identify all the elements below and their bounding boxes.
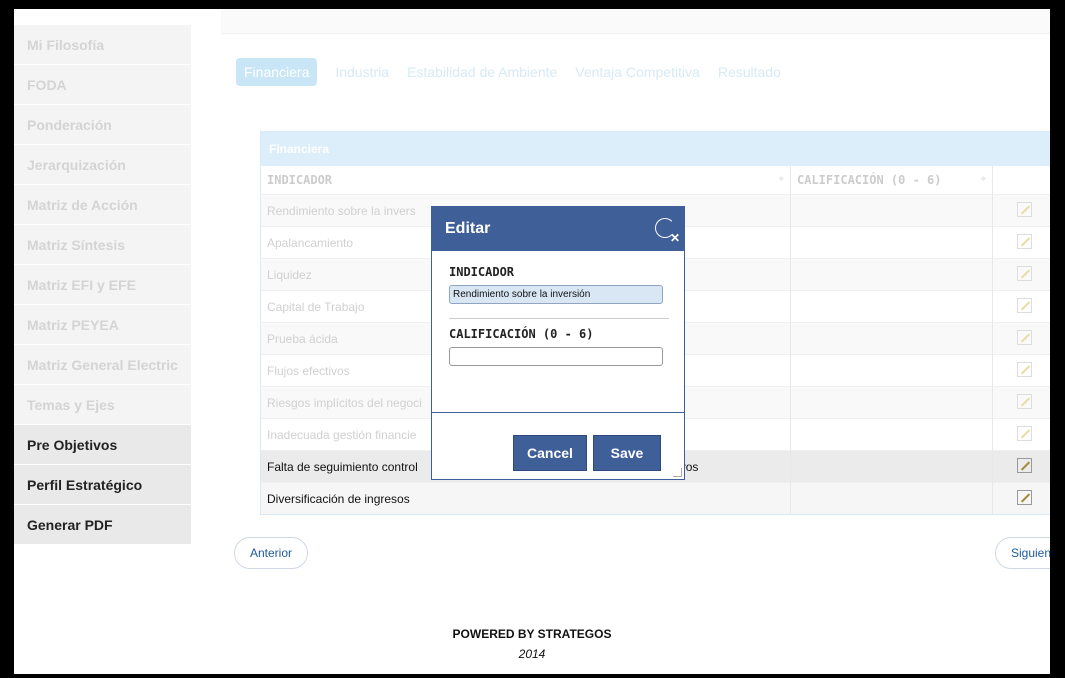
sidebar-item-label: Matriz General Electric <box>27 356 178 373</box>
column-header-actions <box>992 166 1050 195</box>
pencil-edit-icon[interactable] <box>1017 361 1032 377</box>
previous-button[interactable]: Anterior <box>234 537 308 569</box>
footer-year: 2014 <box>518 647 546 661</box>
pencil-edit-icon[interactable] <box>1017 265 1032 281</box>
sidebar-item-label: Matriz EFI y EFE <box>27 276 136 293</box>
pencil-edit-icon[interactable] <box>1017 393 1032 409</box>
edit-dialog: Editar ✕ INDICADOR CALIFICACIÓN (0 - 6) … <box>431 206 685 480</box>
calificacion-input[interactable] <box>449 347 663 366</box>
save-button[interactable]: Save <box>593 435 661 471</box>
sort-icon[interactable]: ◆ <box>779 174 784 184</box>
cell-calificacion <box>790 354 993 387</box>
dialog-title: Editar <box>445 220 491 237</box>
sidebar-item-label: Mi Filosofía <box>27 36 104 53</box>
tab-industria[interactable]: Industria <box>335 58 389 86</box>
sidebar-item-label: Jerarquización <box>27 156 126 173</box>
cell-calificacion <box>790 290 993 323</box>
table-row: Diversificación de ingresos <box>261 482 1050 514</box>
dialog-divider <box>449 318 669 319</box>
cell-calificacion <box>790 194 993 227</box>
sidebar-item-mi-filosofia[interactable]: Mi Filosofía <box>14 25 191 65</box>
tab-ventaja-competitiva[interactable]: Ventaja Competitiva <box>575 58 700 86</box>
column-header-indicador[interactable]: INDICADOR ◆ <box>261 166 791 195</box>
sidebar-item-matriz-sintesis[interactable]: Matriz Síntesis <box>14 225 191 265</box>
sidebar-item-label: Matriz Síntesis <box>27 236 126 253</box>
indicador-input[interactable] <box>449 285 663 304</box>
sidebar-item-foda[interactable]: FODA <box>14 65 191 105</box>
sidebar-item-ponderacion[interactable]: Ponderación <box>14 105 191 145</box>
sidebar-item-label: Matriz PEYEA <box>27 316 119 333</box>
sidebar-item-label: Pre Objetivos <box>27 436 118 453</box>
sidebar-item-pre-objetivos[interactable]: Pre Objetivos <box>14 425 191 465</box>
top-band <box>221 9 1050 34</box>
pencil-edit-icon[interactable] <box>1017 329 1032 345</box>
footer-powered-by: POWERED BY STRATEGOS <box>452 627 612 641</box>
dialog-body: INDICADOR CALIFICACIÓN (0 - 6) <box>432 251 684 413</box>
next-button[interactable]: Siguiente <box>995 537 1050 569</box>
tab-estabilidad-ambiente[interactable]: Estabilidad de Ambiente <box>407 58 557 86</box>
indicador-label: INDICADOR <box>449 265 515 279</box>
cell-calificacion <box>790 226 993 259</box>
pencil-edit-icon[interactable] <box>1017 425 1032 441</box>
cell-calificacion <box>790 322 993 355</box>
sidebar-item-label: Temas y Ejes <box>27 396 115 413</box>
tab-resultado[interactable]: Resultado <box>718 58 781 86</box>
pencil-edit-icon[interactable] <box>1017 297 1032 313</box>
cell-calificacion <box>790 386 993 419</box>
sidebar-item-label: FODA <box>27 76 67 93</box>
dialog-header: Editar ✕ <box>432 207 684 251</box>
app-frame: Mi Filosofía FODA Ponderación Jerarquiza… <box>14 9 1050 674</box>
panel-title: Financiera <box>261 132 1050 166</box>
sidebar-item-label: Generar PDF <box>27 516 113 533</box>
resize-handle[interactable] <box>673 468 682 477</box>
sidebar-item-matriz-peyea[interactable]: Matriz PEYEA <box>14 305 191 345</box>
sort-icon[interactable]: ◆ <box>981 174 986 184</box>
pencil-edit-icon[interactable] <box>1017 489 1032 505</box>
sidebar-item-jerarquizacion[interactable]: Jerarquización <box>14 145 191 185</box>
tab-financiera[interactable]: Financiera <box>236 58 318 86</box>
column-header-calificacion[interactable]: CALIFICACIÓN (0 - 6) ◆ <box>790 166 993 195</box>
cell-calificacion <box>790 418 993 451</box>
tab-bar: Financiera Industria Estabilidad de Ambi… <box>236 58 799 86</box>
pencil-edit-icon[interactable] <box>1017 201 1032 217</box>
cell-indicador: Diversificación de ingresos <box>261 482 791 514</box>
cell-calificacion <box>790 450 993 483</box>
sidebar: Mi Filosofía FODA Ponderación Jerarquiza… <box>14 25 191 545</box>
sidebar-item-generar-pdf[interactable]: Generar PDF <box>14 505 191 545</box>
sidebar-item-matriz-accion[interactable]: Matriz de Acción <box>14 185 191 225</box>
pencil-edit-icon[interactable] <box>1017 233 1032 249</box>
calificacion-label: CALIFICACIÓN (0 - 6) <box>449 327 594 341</box>
cell-calificacion <box>790 258 993 291</box>
sidebar-item-matriz-efi-efe[interactable]: Matriz EFI y EFE <box>14 265 191 305</box>
close-x-icon[interactable]: ✕ <box>670 231 680 245</box>
sidebar-item-label: Perfil Estratégico <box>27 476 143 493</box>
cancel-button[interactable]: Cancel <box>513 435 587 471</box>
pencil-edit-icon[interactable] <box>1017 457 1032 473</box>
cell-calificacion <box>790 482 993 514</box>
sidebar-item-perfil-estrategico[interactable]: Perfil Estratégico <box>14 465 191 505</box>
sidebar-item-matriz-general-electric[interactable]: Matriz General Electric <box>14 345 191 385</box>
sidebar-item-label: Ponderación <box>27 116 112 133</box>
sidebar-item-label: Matriz de Acción <box>27 196 138 213</box>
sidebar-item-temas-ejes[interactable]: Temas y Ejes <box>14 385 191 425</box>
